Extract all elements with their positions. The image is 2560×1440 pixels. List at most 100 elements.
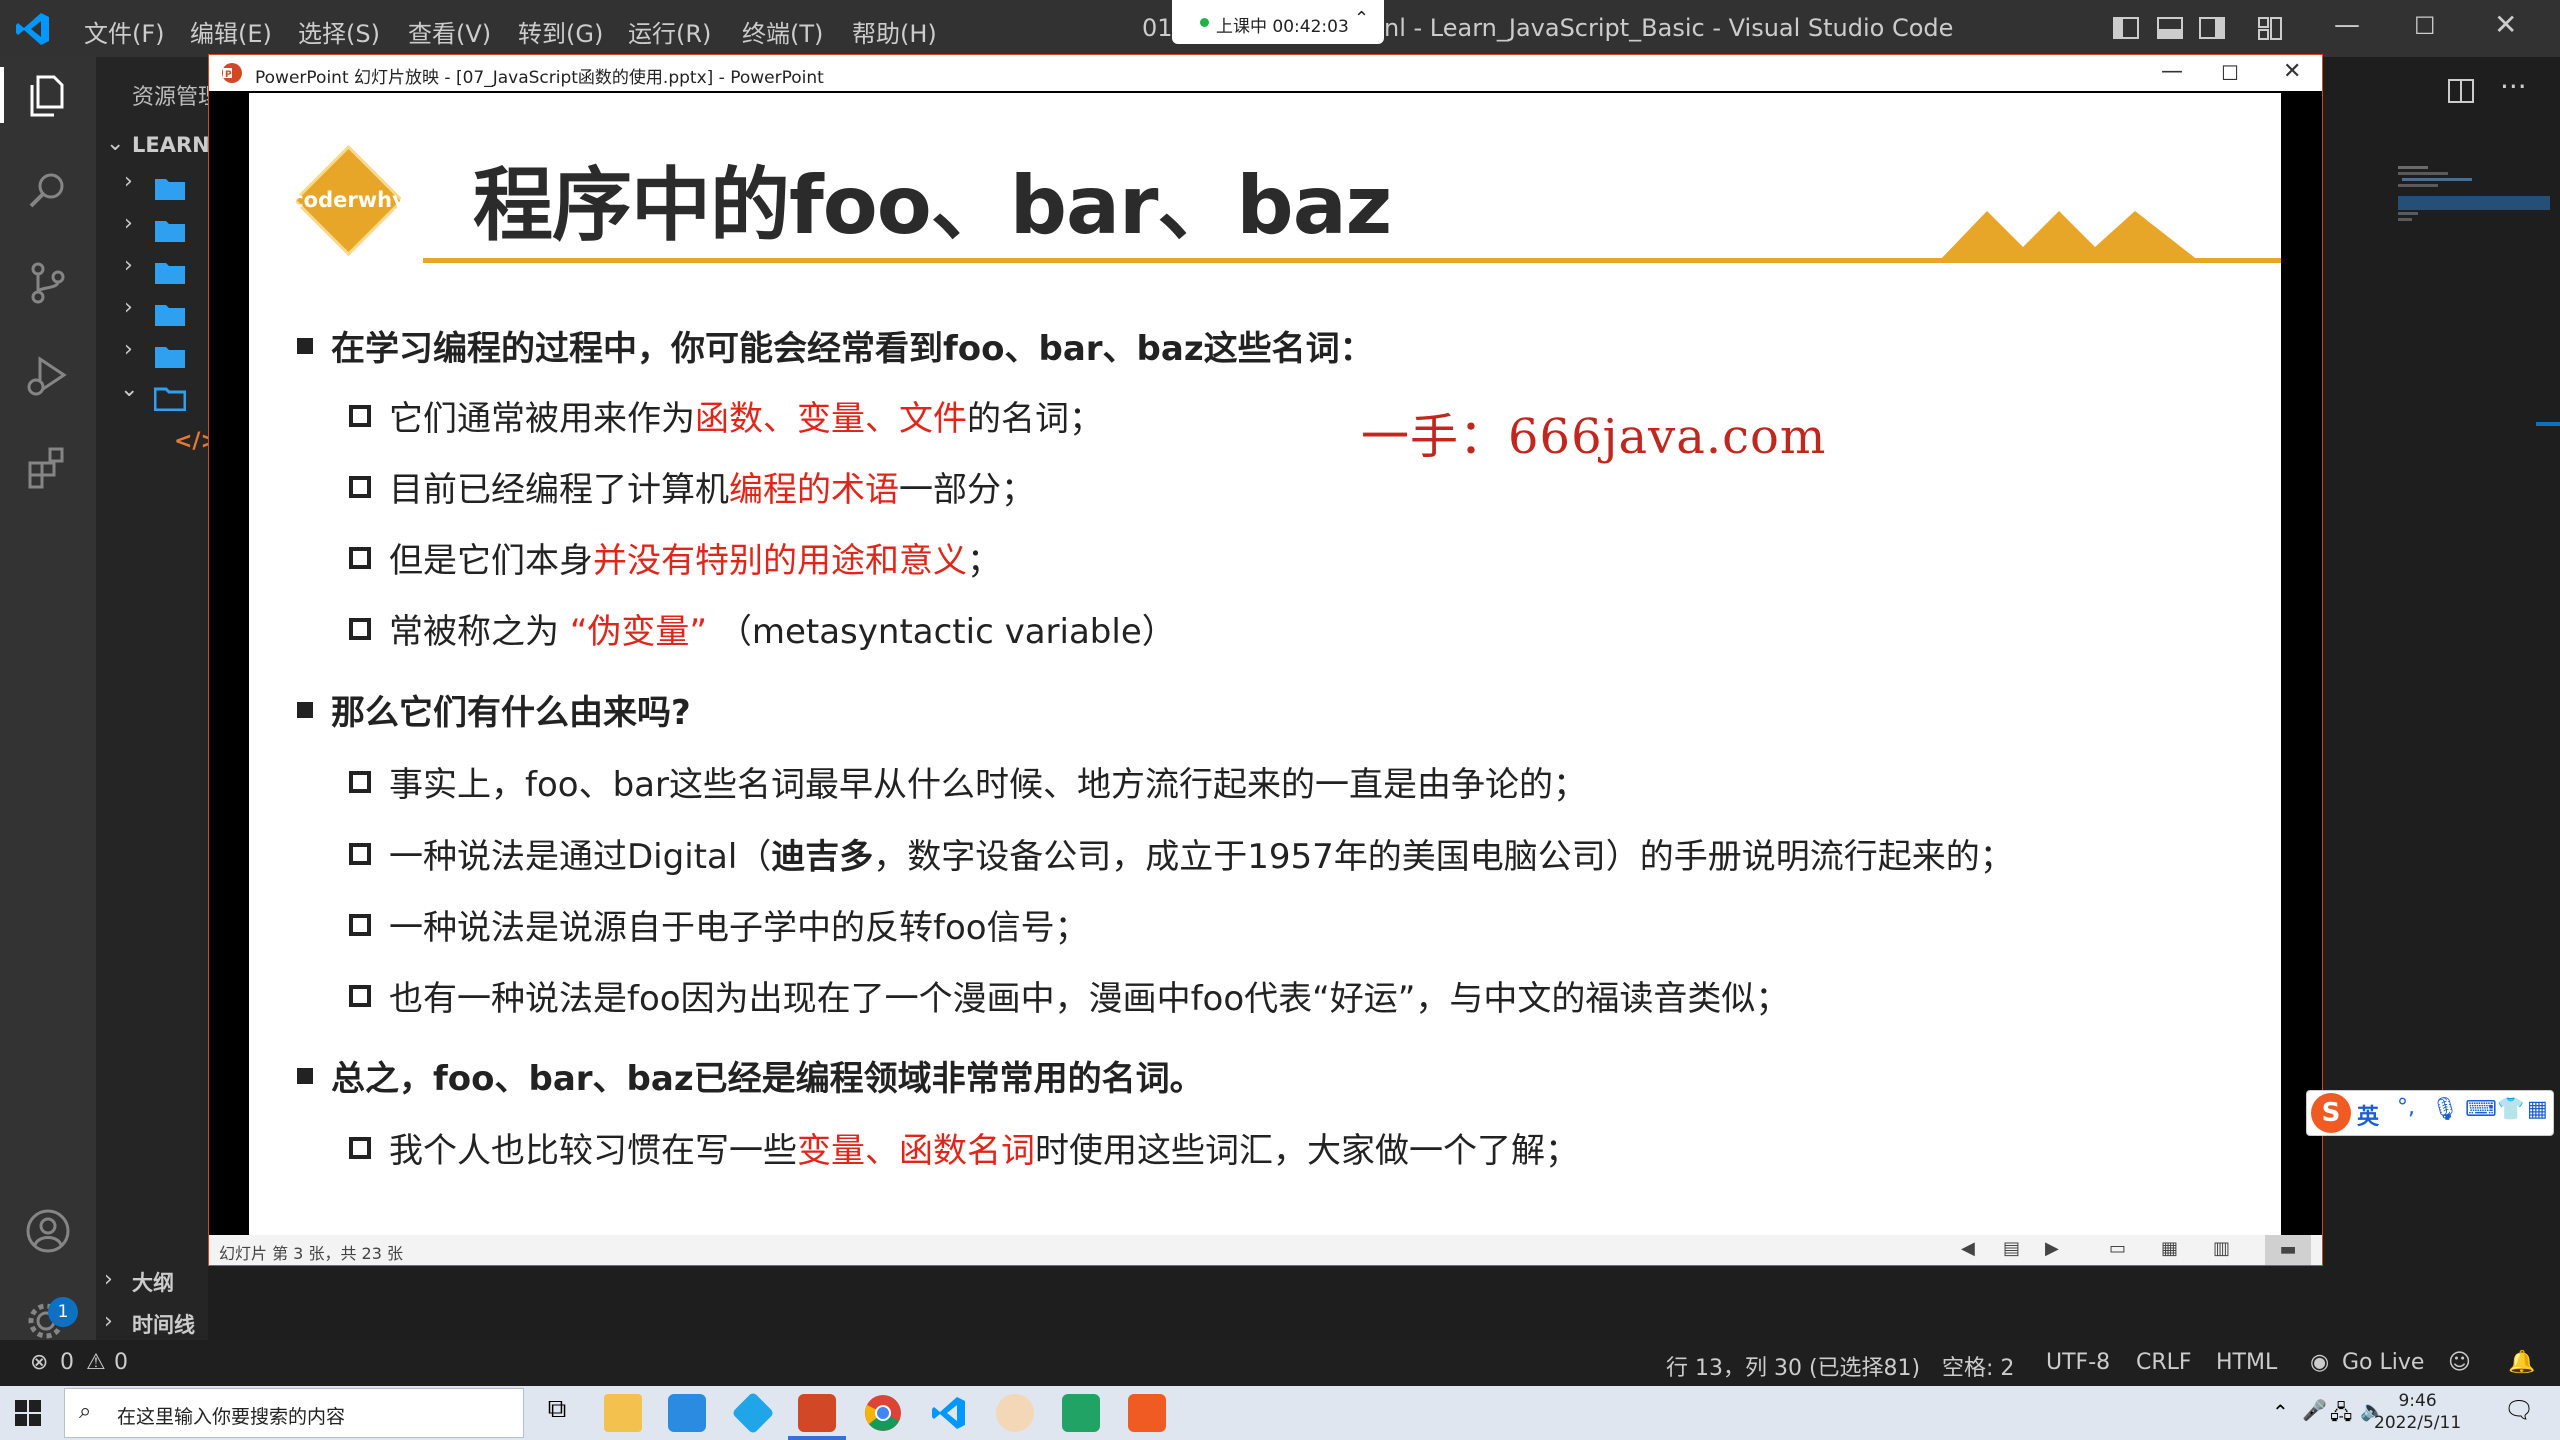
minimap[interactable]	[2380, 150, 2550, 260]
square-bullet-icon	[297, 1067, 313, 1084]
toggle-secondary-sidebar-icon[interactable]	[2198, 14, 2226, 42]
ppt-close-icon[interactable]: ✕	[2283, 59, 2301, 84]
customize-layout-icon[interactable]	[2256, 14, 2284, 42]
bullet-text: 总之，foo、bar、baz已经是编程领域非常常用的名词。	[331, 1059, 1204, 1099]
errors-count[interactable]: 0	[60, 1350, 74, 1375]
slide-menu-icon[interactable]: ▤	[2003, 1238, 2020, 1259]
menu-help[interactable]: 帮助(H)	[852, 14, 937, 49]
scroll-indicator	[2536, 422, 2560, 426]
split-editor-icon[interactable]	[2446, 76, 2476, 106]
menu-terminal[interactable]: 终端(T)	[742, 14, 823, 49]
folder-icon	[155, 347, 185, 368]
warnings-count[interactable]: 0	[114, 1350, 128, 1375]
tray-mic-icon[interactable]: 🎤	[2302, 1398, 2327, 1422]
minimize-icon[interactable]: —	[2334, 10, 2360, 40]
slide[interactable]: coderwhy 程序中的foo、bar、baz 一手：666java.com …	[249, 93, 2281, 1235]
next-slide-icon[interactable]: ▶	[2045, 1238, 2059, 1259]
folder-icon	[155, 263, 185, 284]
chevron-up-icon[interactable]: ⌃	[1354, 8, 1369, 29]
errors-icon[interactable]: ⊗	[30, 1350, 48, 1375]
more-actions-icon[interactable]: ···	[2500, 70, 2527, 103]
bullet-level2: 常被称之为 “伪变量” （metasyntactic variable）	[349, 604, 1176, 653]
chevron-down-icon[interactable]: ⌄	[106, 131, 124, 156]
folder-icon	[155, 305, 185, 326]
toggle-panel-icon[interactable]	[2156, 14, 2184, 42]
indentation[interactable]: 空格: 2	[1942, 1350, 2014, 1382]
hollow-square-bullet-icon	[349, 770, 371, 793]
timeline-section[interactable]: 时间线	[132, 1309, 195, 1339]
chevron-right-icon: ›	[124, 211, 133, 236]
camtasia-green-icon[interactable]	[1062, 1394, 1100, 1432]
recording-indicator[interactable]: 上课中 00:42:03 ⌃	[1172, 0, 1384, 44]
reading-view-icon[interactable]: ▥	[2213, 1238, 2230, 1259]
bullet-level2: 我个人也比较习惯在写一些 变量、函数名词 时使用这些词汇，大家做一个了解；	[349, 1123, 1579, 1172]
go-live-button[interactable]: Go Live	[2342, 1350, 2424, 1375]
hollow-square-bullet-icon	[349, 546, 371, 569]
menu-edit[interactable]: 编辑(E)	[190, 14, 272, 49]
bullet-text: 但是它们本身	[389, 541, 593, 581]
maximize-icon[interactable]: ☐	[2414, 12, 2436, 40]
run-debug-icon[interactable]	[22, 349, 74, 401]
menu-view[interactable]: 查看(V)	[408, 14, 491, 49]
action-center-icon[interactable]: 🗨	[2504, 1396, 2534, 1424]
task-view-icon[interactable]: ⧉	[538, 1394, 576, 1432]
dingtalk-icon[interactable]	[731, 1391, 775, 1435]
ime-toolbar[interactable]: S 英 °, 🎙 ⌨ 👕 ▦	[2306, 1090, 2554, 1136]
avatar-app-icon[interactable]	[996, 1394, 1034, 1432]
bullet-level2: 一种说法是通过Digital（ 迪吉多 ，数字设备公司，成立于1957年的美国电脑公…	[349, 829, 2014, 878]
watermark-text: 一手：666java.com	[1361, 409, 1827, 465]
powerpoint-title: PowerPoint 幻灯片放映 - [07_JavaScript函数的使用.p…	[255, 68, 824, 88]
camtasia-orange-icon[interactable]	[1128, 1394, 1166, 1432]
explorer-icon[interactable]	[22, 69, 74, 121]
search-icon: ⌕	[79, 1399, 92, 1424]
previous-slide-icon[interactable]: ◀	[1961, 1238, 1975, 1259]
line-ending[interactable]: CRLF	[2136, 1350, 2192, 1375]
encoding[interactable]: UTF-8	[2046, 1350, 2110, 1375]
taskbar-search-box[interactable]: ⌕ 在这里输入你要搜索的内容	[64, 1388, 524, 1438]
tray-chevron-icon[interactable]: ⌃	[2272, 1400, 2289, 1424]
search-icon[interactable]	[22, 165, 74, 217]
bullet-text: 的名词；	[967, 399, 1103, 439]
outline-section[interactable]: 大纲	[132, 1267, 174, 1297]
menu-file[interactable]: 文件(F)	[84, 14, 165, 49]
ppt-maximize-icon[interactable]: ☐	[2221, 61, 2239, 85]
bullet-text: 那么它们有什么由来吗?	[331, 693, 691, 733]
keyboard-icon[interactable]: ⌨	[2465, 1097, 2497, 1122]
broadcast-icon[interactable]: ◉	[2310, 1350, 2329, 1375]
slide-sorter-icon[interactable]: ▦	[2161, 1238, 2178, 1259]
app-launcher-icon[interactable]	[668, 1394, 706, 1432]
close-icon[interactable]: ✕	[2494, 8, 2517, 41]
windows-start-icon[interactable]	[14, 1399, 42, 1427]
bullet-highlight: 函数、变量、文件	[695, 399, 967, 439]
ime-language[interactable]: 英	[2357, 1099, 2379, 1131]
network-icon[interactable]: 🖧	[2330, 1398, 2352, 1432]
source-control-icon[interactable]	[22, 257, 74, 309]
skin-icon[interactable]: 👕	[2497, 1097, 2524, 1122]
language-mode[interactable]: HTML	[2216, 1350, 2277, 1375]
extensions-icon[interactable]	[22, 441, 74, 493]
notifications-bell-icon[interactable]: 🔔	[2508, 1350, 2535, 1375]
ppt-minimize-icon[interactable]: —	[2161, 59, 2183, 84]
chrome-icon[interactable]	[864, 1394, 902, 1432]
file-explorer-icon[interactable]	[604, 1394, 642, 1432]
powerpoint-taskbar-icon[interactable]	[798, 1394, 836, 1432]
cursor-position[interactable]: 行 13，列 30 (已选择81)	[1666, 1350, 1920, 1382]
recording-dot-icon	[1200, 18, 1209, 27]
bullet-text: 目前已经编程了计算机	[389, 470, 729, 510]
normal-view-icon[interactable]: ▭	[2109, 1238, 2126, 1259]
punctuation-icon[interactable]: °,	[2397, 1095, 2415, 1120]
menu-go[interactable]: 转到(G)	[518, 14, 603, 49]
menu-run[interactable]: 运行(R)	[628, 14, 711, 49]
bullet-highlight: 编程的术语	[729, 470, 899, 510]
workspace-name[interactable]: LEARN_	[132, 133, 220, 157]
toolbox-icon[interactable]: ▦	[2527, 1097, 2548, 1122]
menu-selection[interactable]: 选择(S)	[298, 14, 380, 49]
taskbar-clock[interactable]: 9:46 2022/5/11	[2374, 1390, 2461, 1434]
vscode-taskbar-icon[interactable]	[930, 1394, 968, 1432]
toggle-sidebar-icon[interactable]	[2112, 14, 2140, 42]
slideshow-view-icon[interactable]: ▬	[2265, 1235, 2311, 1265]
microphone-icon[interactable]: 🎙	[2431, 1097, 2459, 1122]
feedback-icon[interactable]: ☺	[2448, 1350, 2471, 1375]
accounts-icon[interactable]	[22, 1205, 74, 1257]
warnings-icon[interactable]: ⚠	[86, 1350, 106, 1375]
